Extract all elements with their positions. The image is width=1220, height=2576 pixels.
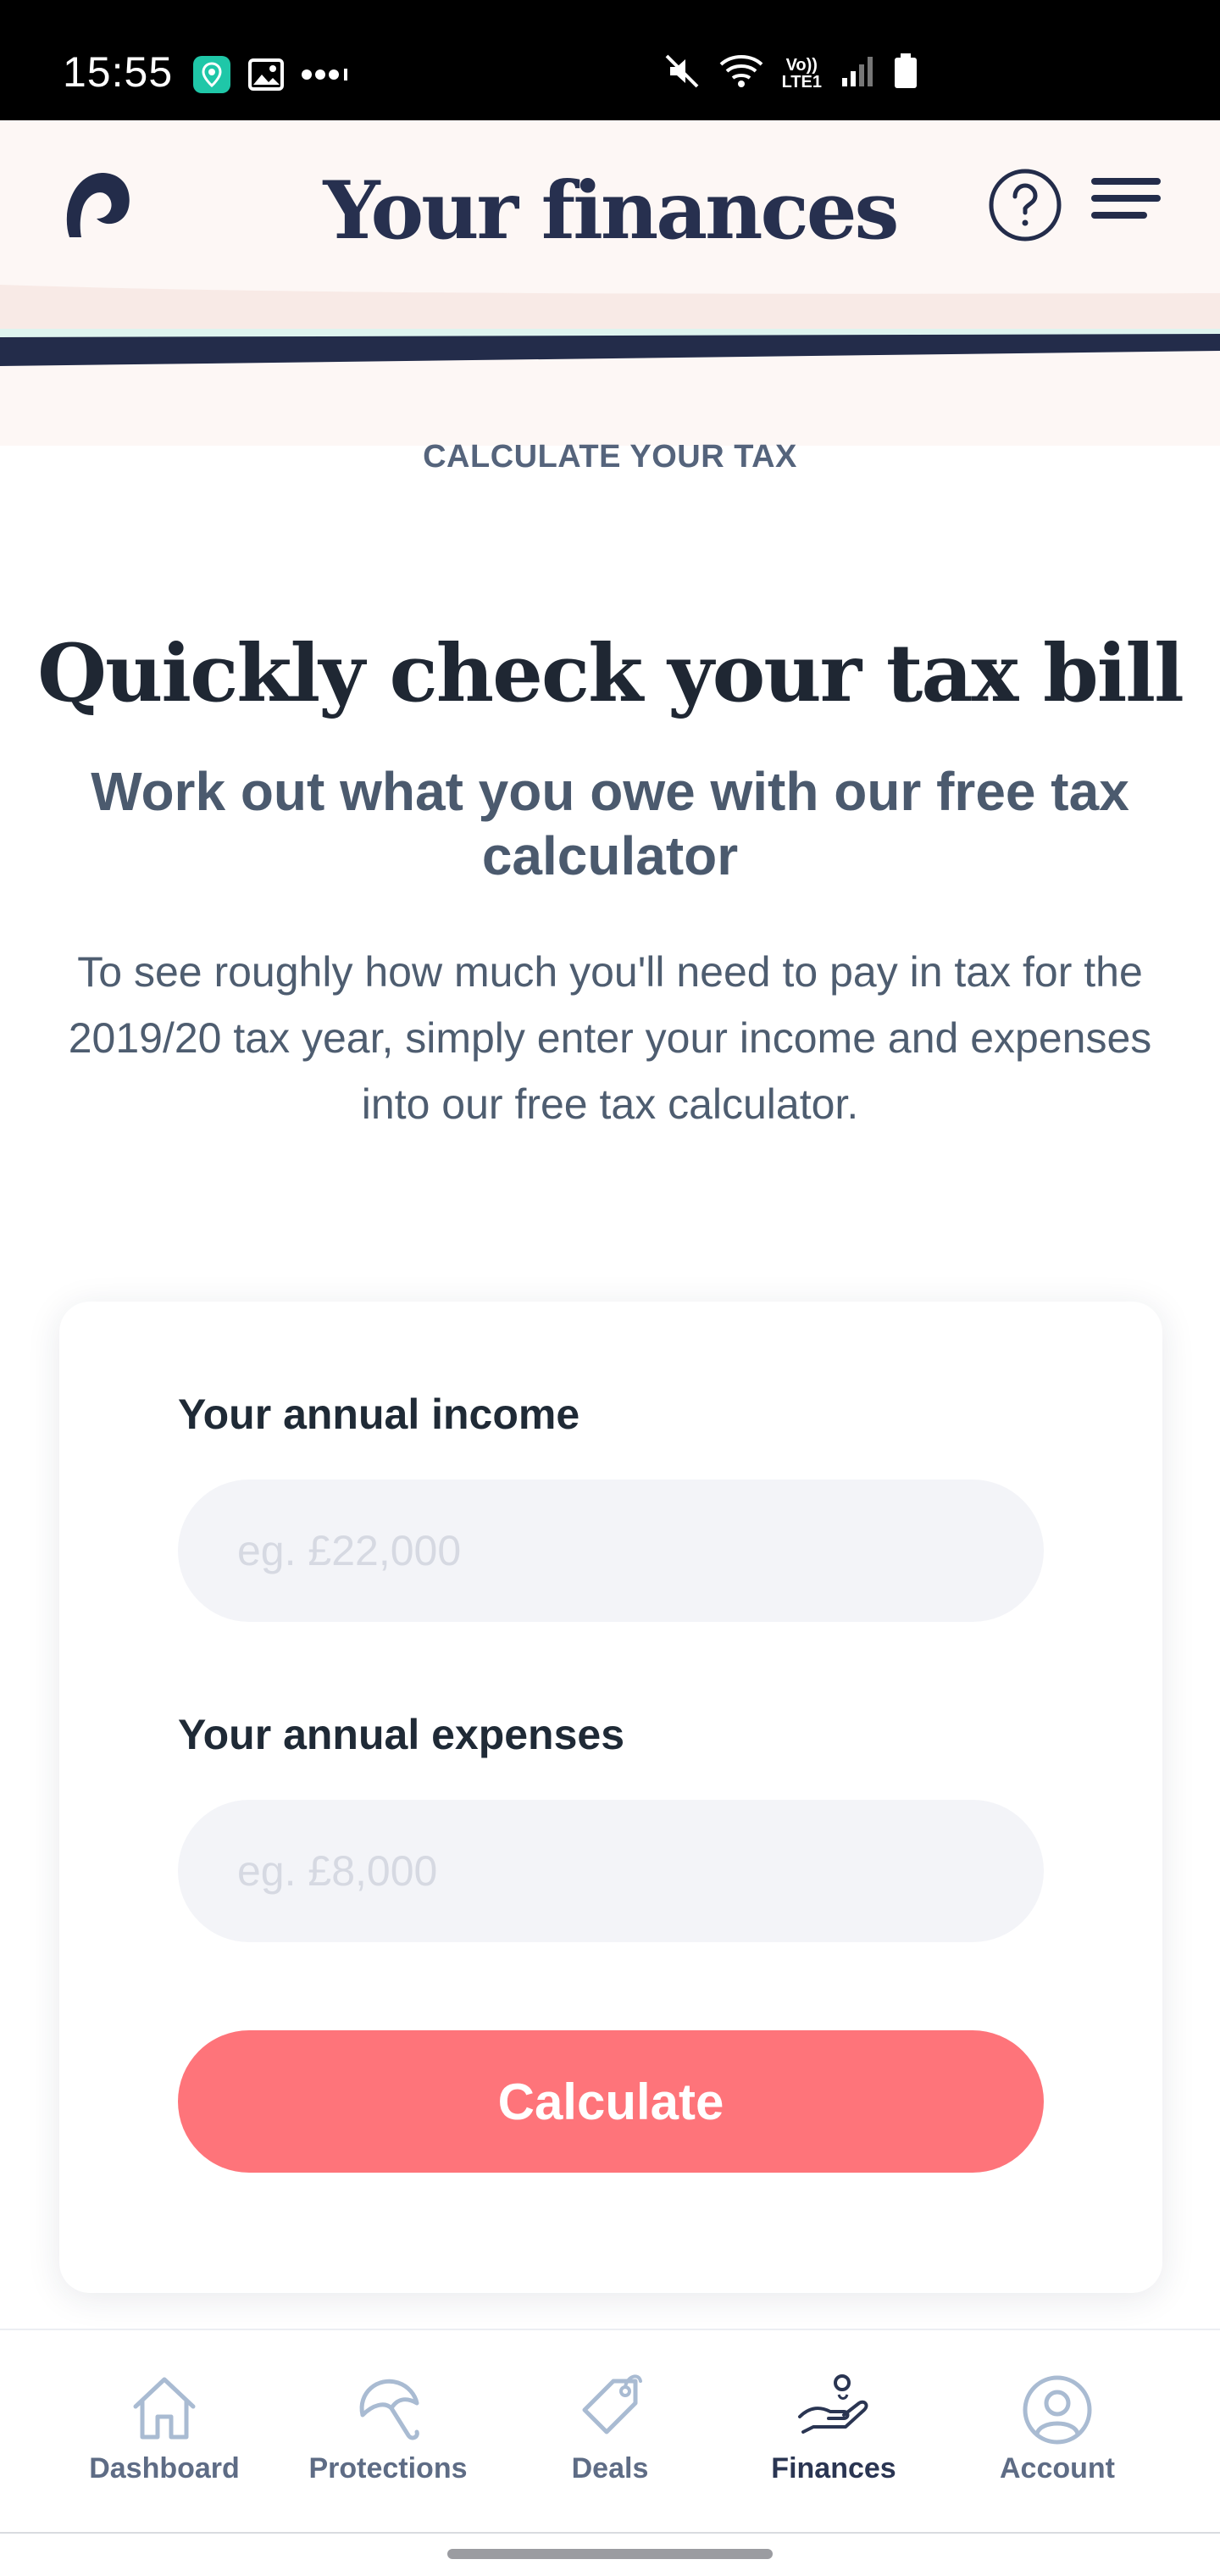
income-input[interactable] (178, 1480, 1044, 1622)
calculate-button[interactable]: Calculate (178, 2030, 1044, 2173)
status-left-icons (191, 54, 351, 99)
nav-label-account: Account (1000, 2452, 1115, 2484)
lte-label: LTE1 (781, 72, 822, 92)
income-label: Your annual income (178, 1391, 580, 1438)
nav-label-deals: Deals (571, 2452, 649, 2484)
location-app-icon (191, 54, 232, 99)
volte-icon: Vo)) LTE1 (782, 57, 822, 91)
nav-item-finances[interactable]: Finances (722, 2330, 946, 2534)
hand-coin-icon (791, 2364, 876, 2449)
status-right-icons: Vo)) LTE1 (663, 53, 918, 94)
gallery-icon (247, 56, 285, 97)
tag-icon (568, 2364, 652, 2449)
umbrella-icon (346, 2364, 430, 2449)
home-gesture-handle[interactable] (447, 2549, 773, 2559)
battery-icon (893, 53, 918, 94)
expenses-input[interactable] (178, 1800, 1044, 1942)
expenses-label: Your annual expenses (178, 1711, 625, 1758)
nav-item-deals[interactable]: Deals (498, 2330, 722, 2534)
question-circle-icon[interactable] (988, 168, 1062, 242)
headline: Quickly check your tax bill (37, 627, 1184, 720)
status-time: 15:55 (63, 48, 174, 96)
nav-label-dashboard: Dashboard (89, 2452, 240, 2484)
intro-paragraph: To see roughly how much you'll need to p… (68, 948, 1152, 1128)
bottom-nav: Dashboard Protections Deals Finances Acc… (0, 2329, 1220, 2532)
more-dots-icon (300, 66, 351, 87)
section-eyebrow: CALCULATE YOUR TAX (423, 439, 797, 475)
home-icon (122, 2364, 207, 2449)
system-gesture-bar (0, 2532, 1220, 2576)
nav-label-protections: Protections (308, 2452, 468, 2484)
tax-calculator-card: Your annual income Your annual expenses … (59, 1302, 1162, 2293)
nav-item-dashboard[interactable]: Dashboard (53, 2330, 276, 2534)
signal-icon (839, 53, 876, 94)
volte-label: Vo)) (785, 55, 818, 75)
wifi-icon (718, 53, 765, 94)
user-circle-icon (1015, 2364, 1100, 2449)
status-bar: 15:55 Vo)) LTE1 (0, 0, 1220, 120)
nav-item-account[interactable]: Account (946, 2330, 1169, 2534)
nav-label-finances: Finances (771, 2452, 896, 2484)
hamburger-menu-icon[interactable] (1090, 175, 1162, 225)
mute-icon (663, 53, 701, 94)
subheadline: Work out what you owe with our free tax … (91, 761, 1129, 886)
nav-item-protections[interactable]: Protections (276, 2330, 500, 2534)
